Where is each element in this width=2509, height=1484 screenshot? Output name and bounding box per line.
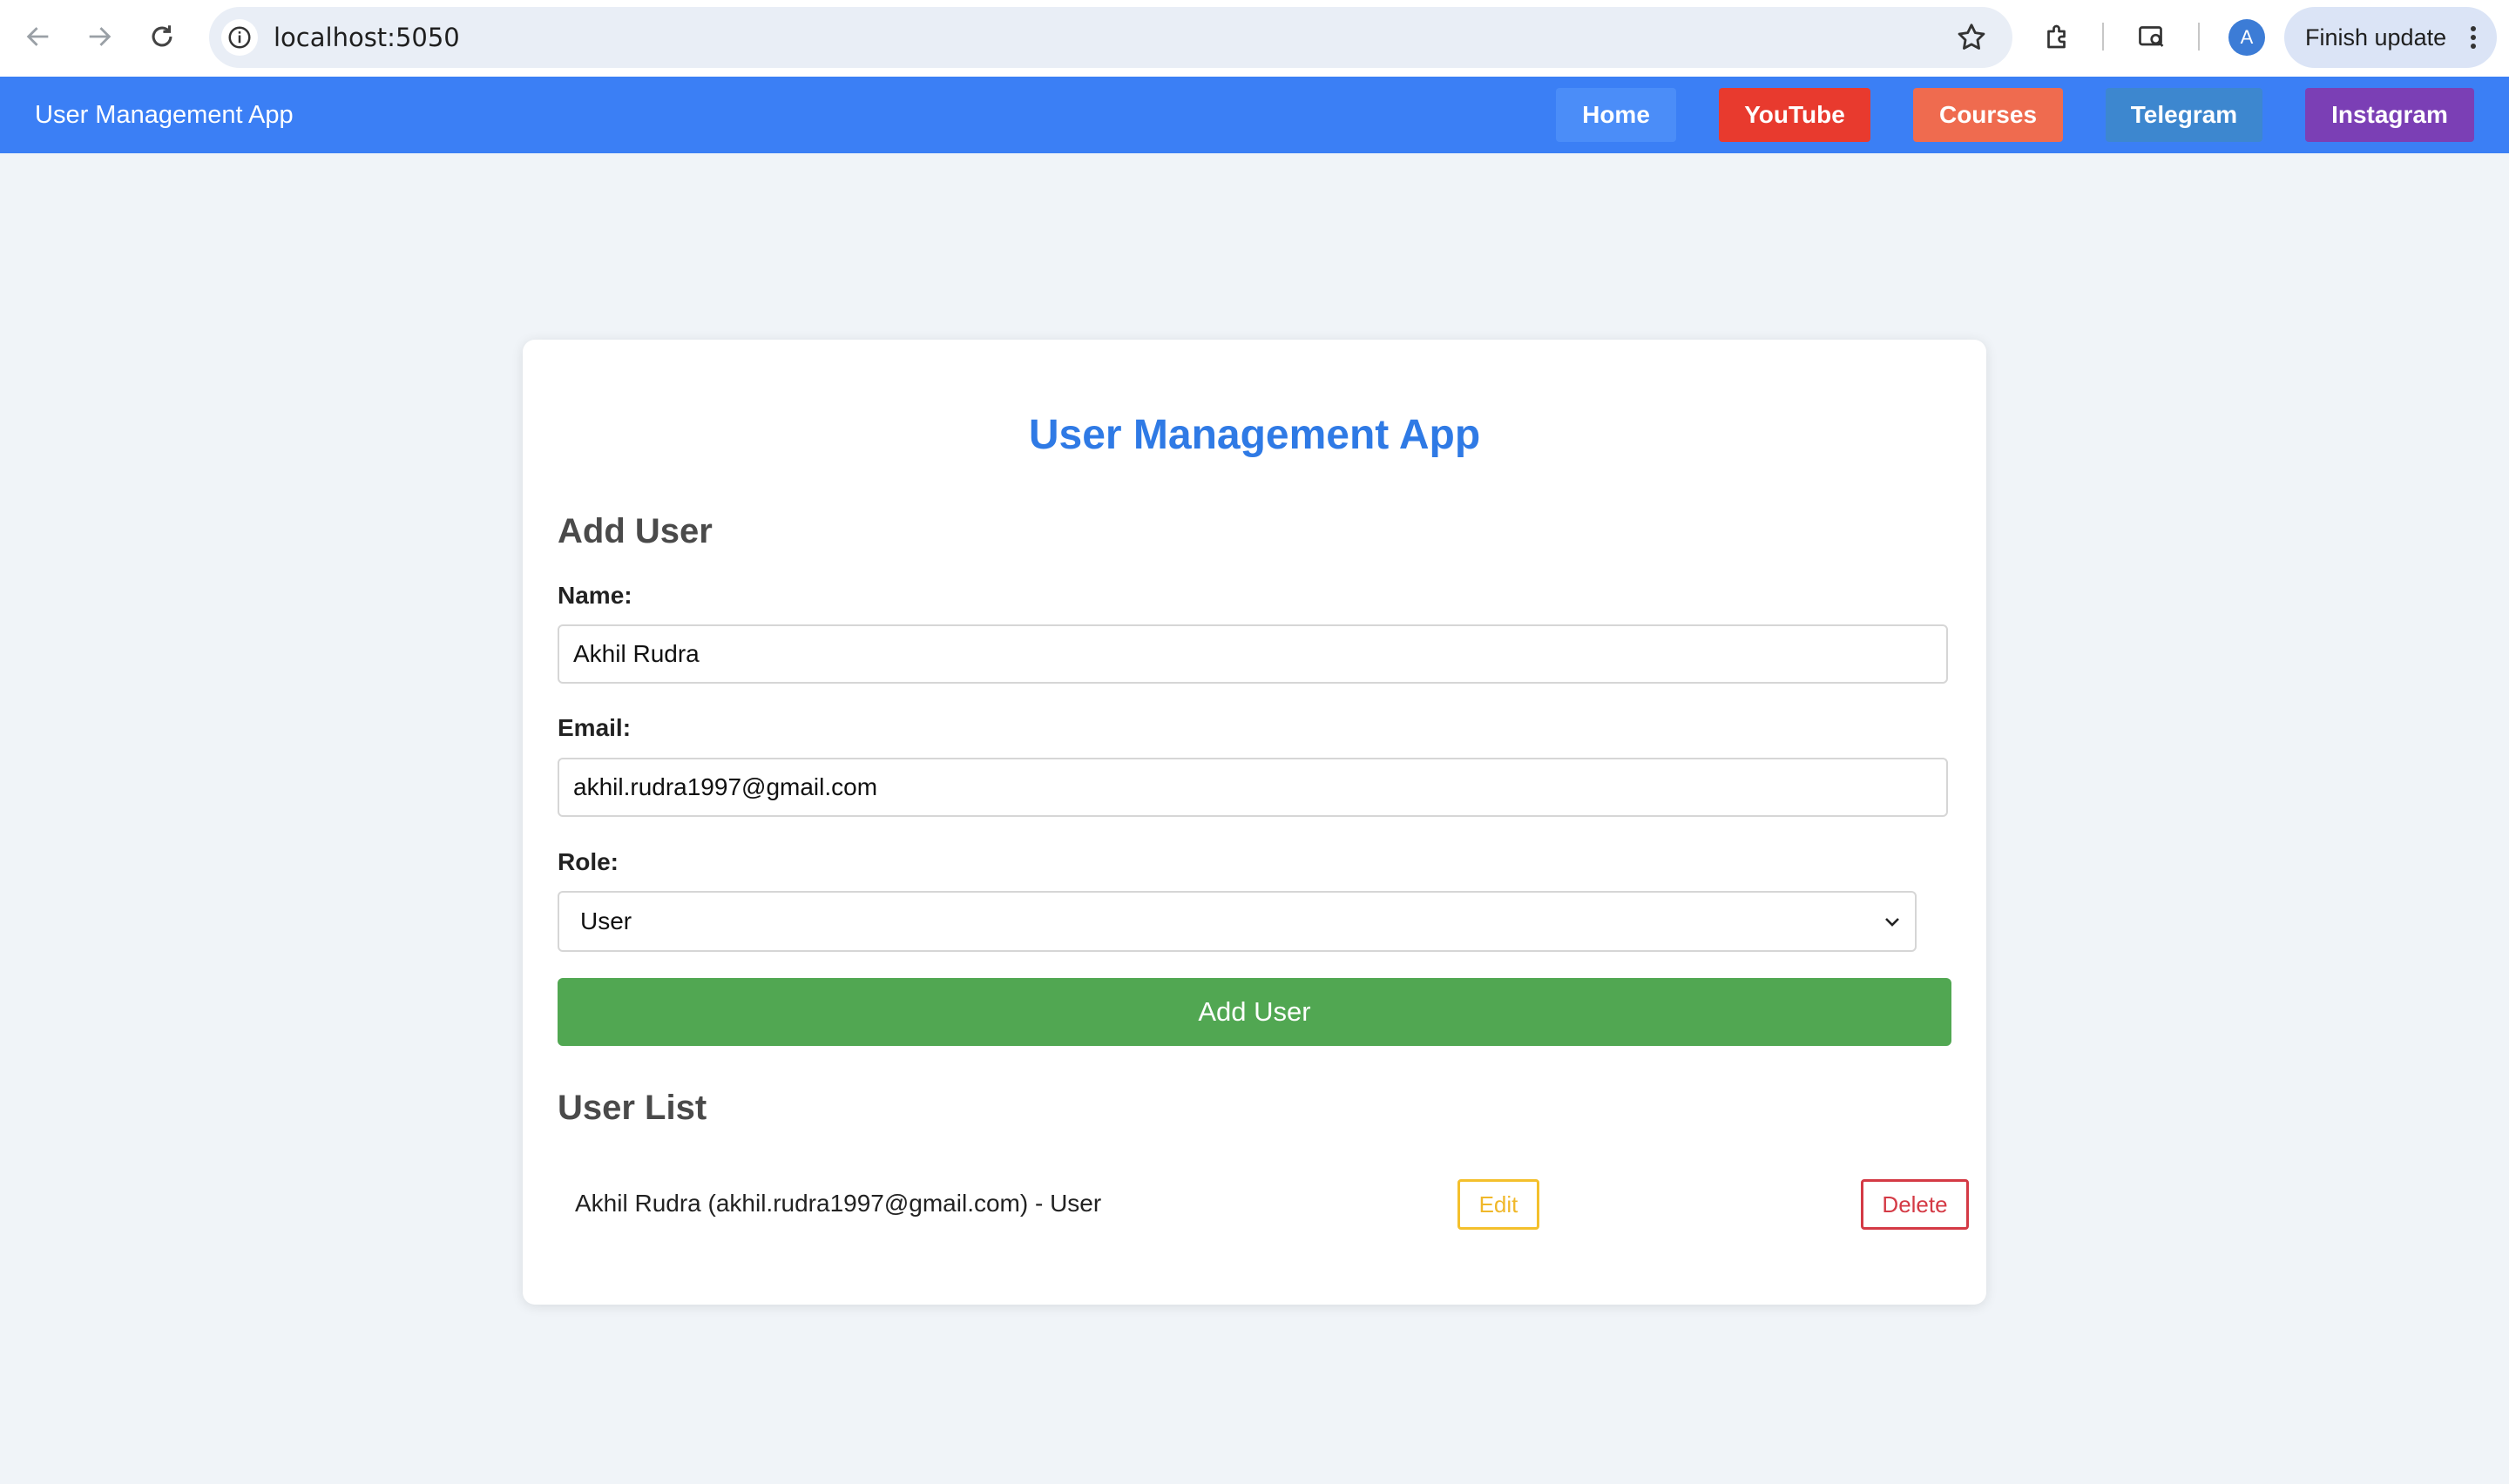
user-list-item: Akhil Rudra (akhil.rudra1997@gmail.com) … — [558, 1176, 1969, 1231]
email-label: Email: — [558, 714, 632, 741]
email-input[interactable] — [558, 758, 1948, 817]
forward-arrow-icon[interactable] — [80, 17, 118, 56]
reload-icon[interactable] — [143, 17, 181, 56]
delete-user-button[interactable]: Delete — [1861, 1179, 1969, 1230]
nav-link-home[interactable]: Home — [1556, 88, 1676, 142]
user-summary: Akhil Rudra (akhil.rudra1997@gmail.com) … — [575, 1190, 1102, 1217]
app-navbar: User Management App Home YouTube Courses… — [0, 77, 2509, 153]
name-input[interactable] — [558, 624, 1948, 684]
search-tab-icon[interactable] — [2133, 17, 2171, 56]
site-info-icon[interactable] — [221, 19, 258, 56]
user-list-heading: User List — [558, 1089, 707, 1127]
chevron-down-icon — [1885, 918, 1899, 927]
nav-link-instagram[interactable]: Instagram — [2305, 88, 2474, 142]
extensions-icon[interactable] — [2039, 17, 2077, 56]
page-title: User Management App — [1028, 412, 1481, 458]
more-menu-icon[interactable] — [2471, 26, 2478, 49]
edit-user-button[interactable]: Edit — [1457, 1179, 1539, 1230]
browser-toolbar: localhost:5050 A Finish update — [0, 0, 2509, 77]
nav-link-youtube[interactable]: YouTube — [1719, 88, 1870, 142]
add-user-button[interactable]: Add User — [558, 978, 1951, 1046]
role-label: Role: — [558, 848, 619, 875]
role-select-value: User — [580, 907, 632, 934]
back-arrow-icon[interactable] — [19, 17, 57, 56]
bookmark-star-icon[interactable] — [1955, 21, 1988, 54]
toolbar-divider — [2102, 23, 2104, 51]
user-management-card: User Management App Add User Name: Email… — [523, 340, 1986, 1305]
profile-avatar[interactable]: A — [2228, 19, 2265, 56]
nav-link-telegram[interactable]: Telegram — [2106, 88, 2262, 142]
address-bar[interactable]: localhost:5050 — [209, 7, 2012, 68]
add-user-heading: Add User — [558, 512, 713, 550]
finish-update-label: Finish update — [2305, 24, 2447, 51]
url-text[interactable]: localhost:5050 — [274, 7, 460, 68]
name-label: Name: — [558, 582, 632, 609]
navbar-brand[interactable]: User Management App — [35, 77, 294, 153]
toolbar-divider — [2198, 23, 2200, 51]
role-select[interactable]: User — [558, 891, 1917, 952]
nav-link-courses[interactable]: Courses — [1913, 88, 2063, 142]
finish-update-button[interactable]: Finish update — [2284, 7, 2497, 68]
